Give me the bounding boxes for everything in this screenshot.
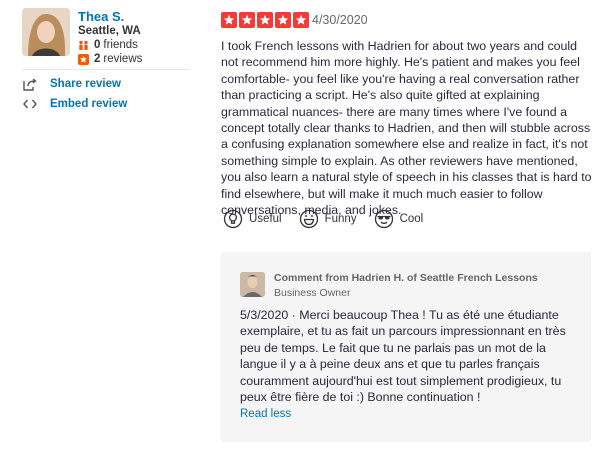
embed-icon (22, 97, 38, 111)
friends-stat: 0 friends (78, 39, 138, 51)
read-less-link[interactable]: Read less (240, 408, 291, 420)
funny-icon (299, 209, 319, 229)
embed-review-link[interactable]: Embed review (22, 97, 127, 111)
owner-comment: Comment from Hadrien H. of Seattle Frenc… (221, 252, 591, 442)
star-icon (275, 12, 291, 28)
funny-label: Funny (324, 213, 357, 225)
reaction-buttons: Useful Funny Cool (223, 209, 440, 229)
friends-icon (78, 40, 89, 51)
user-location: Seattle, WA (78, 25, 141, 37)
user-avatar[interactable] (22, 8, 70, 56)
star-icon (257, 12, 273, 28)
star-icon (293, 12, 309, 28)
reviews-stat: 2 reviews (78, 53, 142, 65)
user-name[interactable]: Thea S. (78, 9, 124, 24)
reviews-count: 2 (94, 53, 101, 65)
useful-button[interactable]: Useful (223, 209, 282, 229)
cool-button[interactable]: Cool (374, 209, 424, 229)
owner-role: Business Owner (274, 287, 351, 299)
divider (22, 69, 190, 70)
star-rating (221, 12, 309, 28)
useful-icon (223, 209, 243, 229)
review-date: 4/30/2020 (312, 13, 368, 27)
owner-avatar[interactable] (240, 272, 265, 297)
reviews-icon (78, 53, 89, 65)
owner-comment-text: 5/3/2020 · Merci beaucoup Thea ! Tu as é… (240, 308, 566, 405)
friends-count: 0 (94, 39, 101, 51)
review-text: I took French lessons with Hadrien for a… (221, 39, 592, 218)
share-review-label: Share review (50, 78, 121, 90)
cool-icon (374, 209, 394, 229)
cool-label: Cool (399, 213, 424, 225)
funny-button[interactable]: Funny (299, 209, 357, 229)
share-icon (22, 77, 38, 91)
reviews-label: reviews (103, 53, 143, 65)
embed-review-label: Embed review (50, 98, 128, 110)
useful-label: Useful (249, 213, 282, 225)
star-icon (221, 12, 237, 28)
star-icon (239, 12, 255, 28)
share-review-link[interactable]: Share review (22, 77, 121, 91)
owner-comment-title: Comment from Hadrien H. of Seattle Frenc… (274, 272, 538, 284)
friends-label: friends (103, 39, 138, 51)
